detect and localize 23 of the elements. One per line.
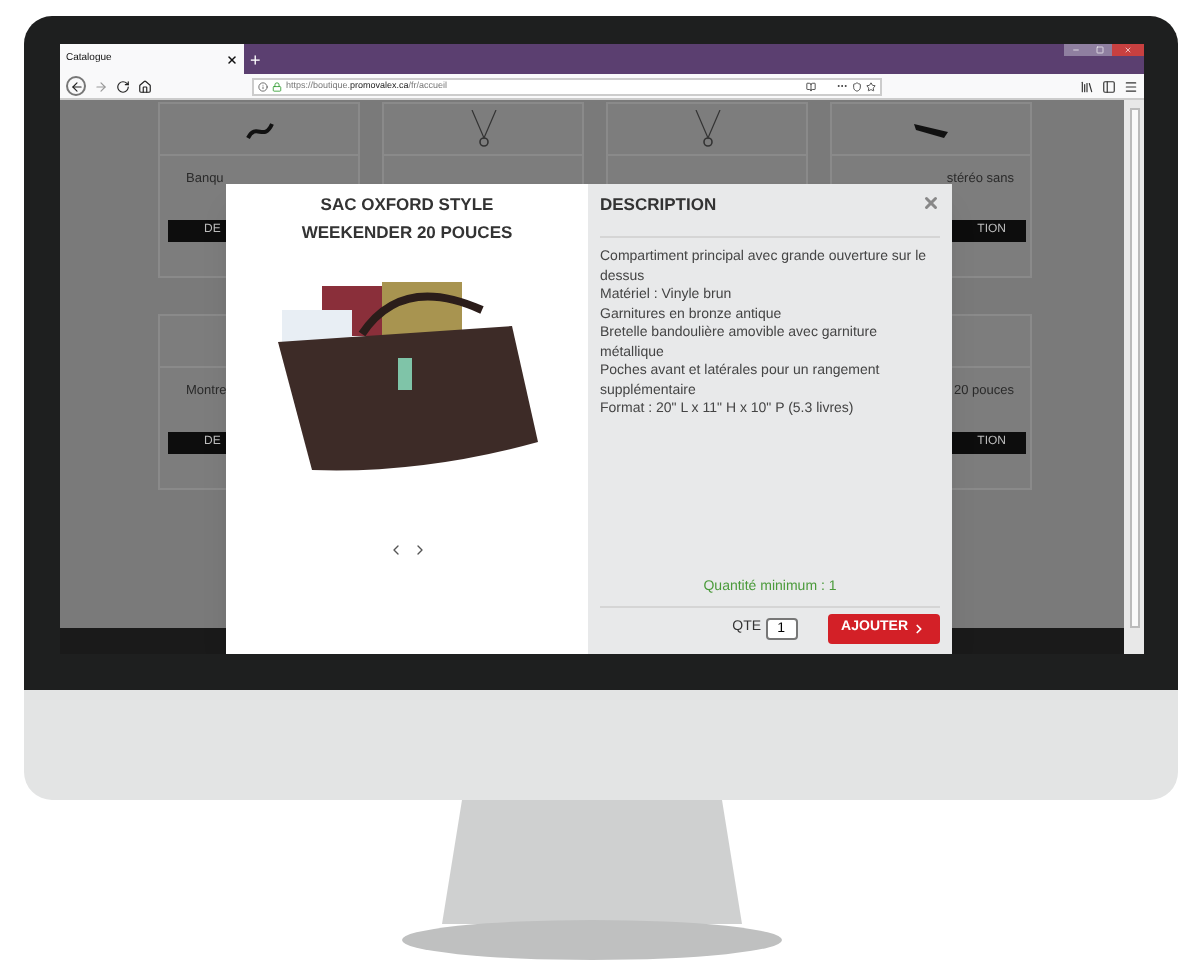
maximize-icon <box>1096 46 1104 54</box>
minimize-icon <box>1072 46 1080 54</box>
reader-view-icon[interactable] <box>806 81 816 91</box>
home-icon[interactable] <box>138 79 152 93</box>
reload-icon[interactable] <box>116 79 130 93</box>
speaker-icon <box>911 119 951 139</box>
lock-icon <box>272 81 282 91</box>
forward-icon[interactable] <box>94 79 108 93</box>
bookmark-star-icon[interactable] <box>866 81 876 91</box>
close-tab-icon[interactable] <box>226 53 238 65</box>
chevron-right-icon <box>912 622 926 636</box>
menu-icon[interactable] <box>1124 79 1138 93</box>
necklace-icon <box>693 109 721 149</box>
new-tab-button[interactable]: + <box>250 46 261 74</box>
library-icon[interactable] <box>1080 79 1094 93</box>
back-button[interactable] <box>66 76 86 96</box>
necklace-icon <box>469 109 497 149</box>
product-title: SAC OXFORD STYLE WEEKENDER 20 POUCES <box>299 192 515 246</box>
description-heading: DESCRIPTION <box>600 192 717 218</box>
close-icon[interactable] <box>922 194 940 212</box>
cable-icon <box>243 117 275 141</box>
sidebar-icon[interactable] <box>1102 79 1116 93</box>
info-icon <box>258 81 268 91</box>
